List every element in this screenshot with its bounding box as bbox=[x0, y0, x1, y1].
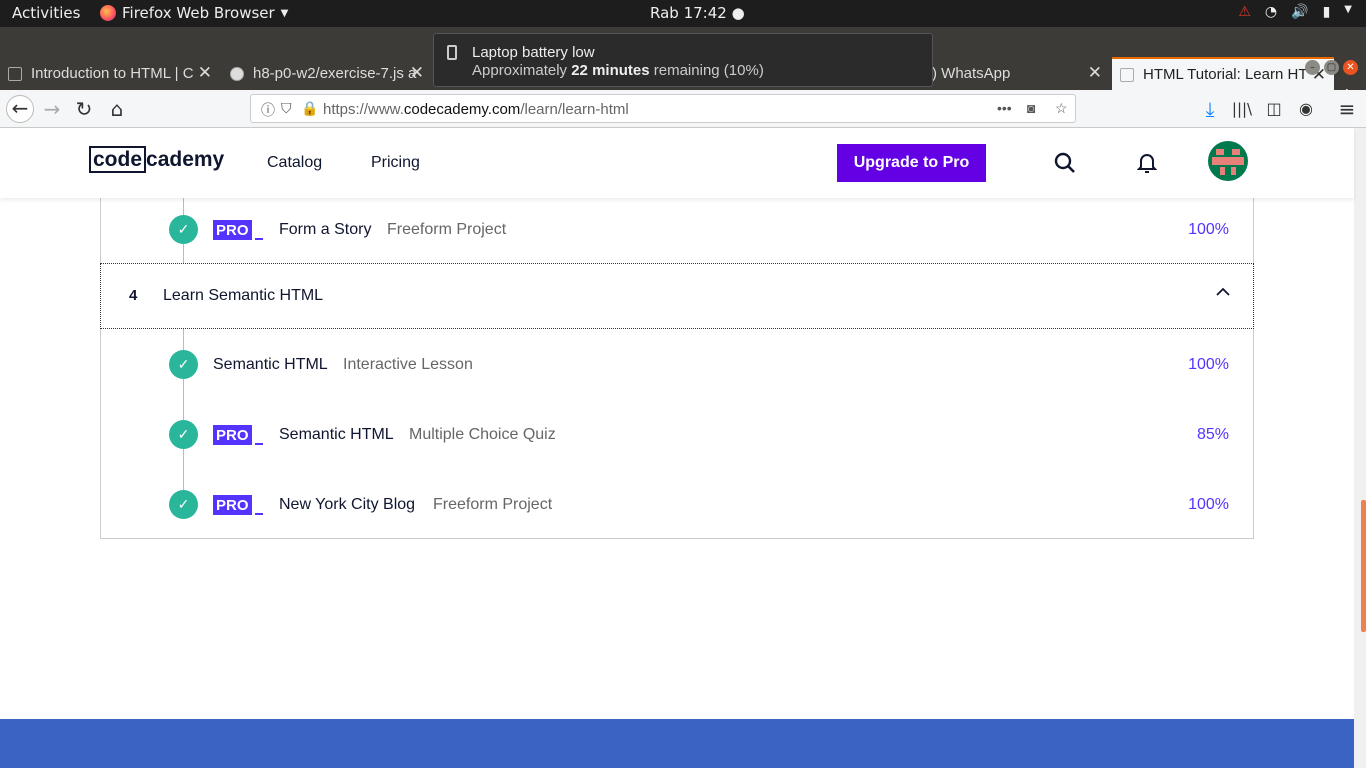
section-number: 4 bbox=[129, 287, 138, 304]
syllabus-panel: ✓ PRO Form a Story Freeform Project 100%… bbox=[100, 198, 1254, 539]
checkmark-icon: ✓ bbox=[169, 350, 198, 379]
lesson-progress: 85% bbox=[1196, 426, 1229, 443]
avatar[interactable] bbox=[1208, 141, 1248, 181]
section-title: Learn Semantic HTML bbox=[163, 287, 324, 304]
clock[interactable]: Rab 17:42 ● bbox=[650, 4, 745, 22]
bookmark-star-icon[interactable]: ☆ bbox=[1055, 100, 1068, 117]
url-bar[interactable]: ⓘ ⛉ 🔒 https://www.codecademy.com/learn/l… bbox=[250, 94, 1076, 123]
lesson-row[interactable]: ✓ PRO Semantic HTML Multiple Choice Quiz… bbox=[101, 416, 1253, 456]
page-actions-icon[interactable]: ••• bbox=[997, 100, 1012, 116]
close-window-button[interactable]: ✕ bbox=[1343, 60, 1358, 75]
site-header: code cademy Catalog Pricing Upgrade to Pr… bbox=[0, 128, 1354, 198]
lesson-name[interactable]: Form a Story bbox=[279, 221, 371, 239]
lesson-name[interactable]: New York City Blog bbox=[279, 496, 415, 514]
minimize-button[interactable]: – bbox=[1305, 60, 1320, 75]
nav-catalog-link[interactable]: Catalog bbox=[267, 154, 322, 172]
downloads-icon[interactable]: ⤓ bbox=[1196, 95, 1224, 123]
close-tab-icon[interactable]: ✕ bbox=[198, 63, 212, 83]
system-tray[interactable]: ⚠ ◔ 🔊 ▮ ▼ bbox=[1238, 4, 1352, 20]
info-icon[interactable]: ⓘ bbox=[261, 100, 275, 120]
codecademy-favicon-icon bbox=[8, 66, 22, 81]
close-tab-icon[interactable]: ✕ bbox=[1088, 63, 1102, 83]
github-icon bbox=[230, 66, 244, 81]
upgrade-to-pro-button[interactable]: Upgrade to Pro bbox=[837, 144, 986, 182]
codecademy-logo[interactable]: code cademy bbox=[89, 146, 224, 173]
pocket-icon[interactable]: ◙ bbox=[1027, 100, 1035, 116]
lesson-name[interactable]: Semantic HTML bbox=[279, 426, 394, 444]
search-icon[interactable] bbox=[1054, 152, 1076, 174]
browser-toolbar: ← → ↻ ⌂ ⓘ ⛉ 🔒 https://www.codecademy.com… bbox=[0, 90, 1366, 128]
notification-message: Approximately 22 minutes remaining (10%) bbox=[472, 62, 764, 79]
bell-icon[interactable] bbox=[1137, 152, 1157, 174]
close-tab-icon[interactable]: ✕ bbox=[410, 63, 424, 83]
window-controls: – ▢ ✕ bbox=[1305, 60, 1358, 75]
checkmark-icon: ✓ bbox=[169, 215, 198, 244]
system-top-bar: Activities Firefox Web Browser ▼ Rab 17:… bbox=[0, 0, 1366, 27]
codecademy-favicon-icon bbox=[1120, 67, 1134, 82]
tab-introduction-to-html[interactable]: Introduction to HTML | C ✕ bbox=[0, 57, 220, 90]
lesson-type: Freeform Project bbox=[387, 221, 507, 238]
tab-whatsapp[interactable]: ) WhatsApp ✕ bbox=[932, 57, 1110, 90]
lesson-progress: 100% bbox=[1188, 221, 1229, 238]
battery-icon[interactable]: ▮ bbox=[1323, 4, 1331, 20]
pro-badge: PRO bbox=[213, 495, 263, 516]
lesson-progress: 100% bbox=[1188, 356, 1229, 373]
lesson-row[interactable]: ✓ Semantic HTML Interactive Lesson 100% bbox=[101, 346, 1253, 386]
lesson-row[interactable]: ✓ PRO New York City Blog Freeform Projec… bbox=[101, 486, 1253, 526]
library-icon[interactable]: |||\ bbox=[1228, 95, 1256, 123]
tab-github-exercise[interactable]: h8-p0-w2/exercise-7.js a ✕ bbox=[222, 57, 432, 90]
wifi-icon[interactable]: ◔ bbox=[1265, 4, 1277, 20]
chevron-down-icon: ▼ bbox=[280, 7, 289, 19]
app-name: Firefox Web Browser bbox=[122, 4, 275, 22]
tab-html-tutorial[interactable]: HTML Tutorial: Learn HT ✕ bbox=[1112, 57, 1334, 90]
menu-icon[interactable]: ≡ bbox=[1333, 95, 1361, 123]
site-footer bbox=[0, 719, 1354, 768]
checkmark-icon: ✓ bbox=[169, 490, 198, 519]
lesson-name[interactable]: Semantic HTML bbox=[213, 356, 328, 374]
warning-icon[interactable]: ⚠ bbox=[1238, 4, 1251, 20]
volume-icon[interactable]: 🔊 bbox=[1291, 4, 1308, 20]
pro-badge: PRO bbox=[213, 425, 263, 446]
lesson-row[interactable]: ✓ PRO Form a Story Freeform Project 100% bbox=[101, 211, 1253, 251]
section-header[interactable]: 4 Learn Semantic HTML bbox=[100, 263, 1254, 329]
nav-pricing-link[interactable]: Pricing bbox=[371, 154, 420, 172]
scrollbar-thumb[interactable] bbox=[1361, 500, 1366, 632]
chevron-down-icon[interactable]: ▼ bbox=[1344, 4, 1352, 20]
url-text[interactable]: https://www.codecademy.com/learn/learn-h… bbox=[323, 101, 629, 118]
course-syllabus: ✓ PRO Form a Story Freeform Project 100%… bbox=[0, 198, 1354, 718]
home-button[interactable]: ⌂ bbox=[103, 95, 131, 123]
lesson-type: Multiple Choice Quiz bbox=[409, 426, 556, 443]
lock-icon[interactable]: 🔒 bbox=[301, 100, 318, 117]
account-icon[interactable]: ◉ bbox=[1292, 95, 1320, 123]
battery-notification[interactable]: Laptop battery low Approximately 22 minu… bbox=[433, 33, 933, 87]
sidebar-icon[interactable]: ◫ bbox=[1260, 95, 1288, 123]
back-button[interactable]: ← bbox=[6, 95, 34, 123]
page-scrollbar[interactable] bbox=[1354, 128, 1366, 768]
app-menu[interactable]: Firefox Web Browser ▼ bbox=[100, 4, 288, 22]
chevron-up-icon[interactable] bbox=[1215, 284, 1231, 300]
pro-badge: PRO bbox=[213, 220, 263, 241]
lesson-progress: 100% bbox=[1188, 496, 1229, 513]
lesson-type: Interactive Lesson bbox=[343, 356, 473, 373]
maximize-button[interactable]: ▢ bbox=[1324, 60, 1339, 75]
tracking-shield-icon[interactable]: ⛉ bbox=[281, 100, 292, 117]
notification-title: Laptop battery low bbox=[472, 44, 595, 61]
reload-button[interactable]: ↻ bbox=[70, 95, 98, 123]
forward-button[interactable]: → bbox=[38, 95, 66, 123]
lesson-type: Freeform Project bbox=[433, 496, 553, 513]
firefox-icon bbox=[100, 5, 116, 21]
checkmark-icon: ✓ bbox=[169, 420, 198, 449]
activities-button[interactable]: Activities bbox=[12, 4, 80, 22]
battery-low-icon bbox=[447, 45, 457, 60]
